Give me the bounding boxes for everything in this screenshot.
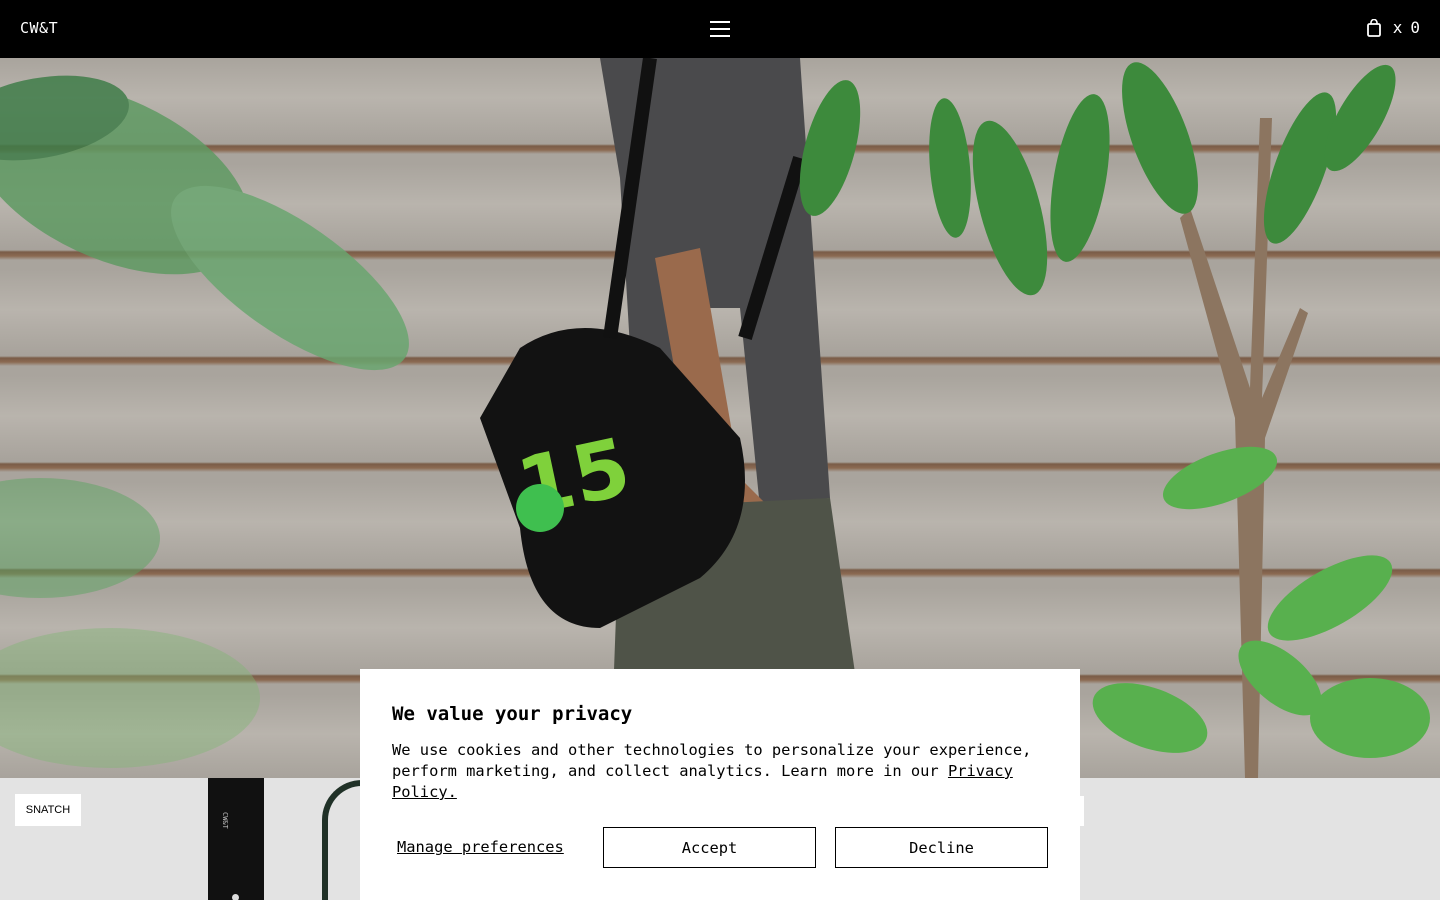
strap-grommet [232, 894, 239, 900]
cart-button[interactable]: x0 [1366, 18, 1420, 37]
accept-button[interactable]: Accept [603, 827, 816, 868]
manage-preferences-button[interactable]: Manage preferences [397, 838, 564, 856]
cookie-title: We value your privacy [392, 703, 633, 725]
site-logo[interactable]: CW&T [20, 19, 58, 37]
cart-prefix: x [1392, 18, 1403, 37]
decline-button[interactable]: Decline [835, 827, 1048, 868]
site-header: CW&T x0 [0, 0, 1440, 58]
cookie-body: We use cookies and other technologies to… [392, 740, 1052, 803]
bag-logo-shape [516, 484, 564, 532]
cart-count-value: 0 [1410, 18, 1420, 37]
product-strap-image[interactable] [208, 778, 264, 900]
shopping-bag-icon [1366, 18, 1381, 37]
product-tile-edge [1080, 796, 1084, 826]
cookie-body-text: We use cookies and other technologies to… [392, 741, 1032, 780]
hamburger-menu-icon[interactable] [710, 21, 730, 37]
cart-count: x0 [1393, 18, 1420, 37]
cookie-consent-dialog: We value your privacy We use cookies and… [360, 669, 1080, 900]
strap-print: CW&T [221, 812, 229, 829]
product-tag[interactable]: SNATCH [15, 794, 81, 826]
